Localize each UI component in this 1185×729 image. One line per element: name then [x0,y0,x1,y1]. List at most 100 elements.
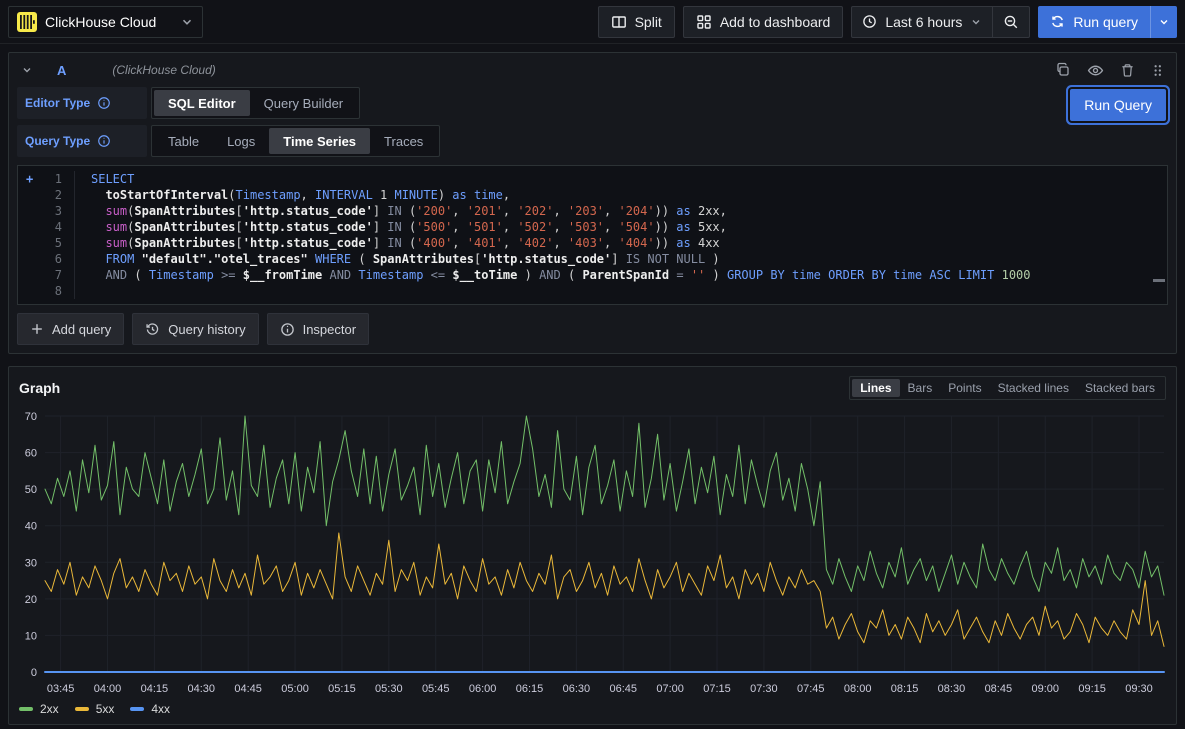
delete-query-trash-icon[interactable] [1120,63,1135,78]
svg-text:60: 60 [25,448,37,460]
graph-mode-lines[interactable]: Lines [852,379,899,397]
graph-panel: Graph Lines Bars Points Stacked lines St… [8,366,1177,725]
code-line[interactable]: +1SELECT [18,171,1167,187]
query-type-option-timeseries[interactable]: Time Series [269,128,370,154]
info-circle-icon [280,322,295,337]
datasource-picker[interactable]: ClickHouse Cloud [8,6,203,38]
svg-text:10: 10 [25,630,37,642]
query-type-row: Query Type Table Logs Time Series Traces [17,125,1168,157]
legend-item-2xx[interactable]: 2xx [19,702,59,716]
svg-text:05:15: 05:15 [328,683,356,695]
hide-query-eye-icon[interactable] [1087,62,1104,79]
zoom-out-icon [1003,14,1019,30]
svg-text:05:30: 05:30 [375,683,403,695]
query-type-label: Query Type [17,125,147,157]
svg-text:05:00: 05:00 [281,683,309,695]
clock-icon [862,14,877,29]
svg-text:04:15: 04:15 [141,683,169,695]
add-to-dashboard-label: Add to dashboard [720,14,831,30]
add-to-dashboard-button[interactable]: Add to dashboard [683,6,844,38]
svg-text:04:45: 04:45 [234,683,262,695]
graph-mode-points[interactable]: Points [940,379,989,397]
editor-type-label: Editor Type [17,87,147,119]
split-label: Split [635,14,662,30]
clickhouse-logo-icon [17,12,37,32]
graph-mode-stacked-bars[interactable]: Stacked bars [1077,379,1163,397]
legend-swatch-4xx [130,707,144,711]
svg-text:09:30: 09:30 [1125,683,1153,695]
svg-text:03:45: 03:45 [47,683,75,695]
split-icon [611,14,627,30]
graph-mode-bars[interactable]: Bars [900,379,941,397]
zoom-out-button[interactable] [993,7,1029,37]
svg-text:70: 70 [25,411,37,423]
svg-text:06:30: 06:30 [563,683,591,695]
query-type-toggle: Table Logs Time Series Traces [151,125,440,157]
time-range-button[interactable]: Last 6 hours [852,7,992,37]
legend-item-5xx[interactable]: 5xx [75,702,115,716]
duplicate-query-icon[interactable] [1055,62,1071,78]
time-range-label: Last 6 hours [885,14,962,30]
run-query-caret[interactable] [1150,6,1177,38]
code-line[interactable]: 4 sum(SpanAttributes['http.status_code']… [18,219,1167,235]
chevron-down-icon [180,15,194,29]
svg-text:30: 30 [25,557,37,569]
query-footer-buttons: Add query Query history Inspector [17,313,1168,345]
chart-legend: 2xx 5xx 4xx [9,700,1176,724]
graph-title: Graph [19,380,60,396]
info-icon[interactable] [97,134,111,148]
editor-type-option-builder[interactable]: Query Builder [250,90,357,116]
query-type-option-table[interactable]: Table [154,128,213,154]
query-ref-id: A [57,63,66,78]
code-line[interactable]: 6 FROM "default"."otel_traces" WHERE ( S… [18,251,1167,267]
split-button[interactable]: Split [598,6,675,38]
code-line[interactable]: 8 [18,283,1167,299]
sql-code-editor[interactable]: +1SELECT2 toStartOfInterval(Timestamp, I… [17,165,1168,305]
plus-icon [30,322,44,336]
query-type-option-traces[interactable]: Traces [370,128,437,154]
datasource-label: ClickHouse Cloud [45,14,172,30]
panel-run-query-button[interactable]: Run Query [1070,89,1166,121]
inspector-button[interactable]: Inspector [267,313,369,345]
svg-text:50: 50 [25,484,37,496]
chevron-down-icon [970,16,982,28]
editor-type-option-sql[interactable]: SQL Editor [154,90,250,116]
code-line[interactable]: 3 sum(SpanAttributes['http.status_code']… [18,203,1167,219]
query-editor-body: Editor Type SQL Editor Query Builder Run… [9,87,1176,353]
editor-type-row: Editor Type SQL Editor Query Builder [17,87,1168,119]
code-line[interactable]: 7 AND ( Timestamp >= $__fromTime AND Tim… [18,267,1167,283]
svg-text:07:00: 07:00 [656,683,684,695]
legend-swatch-5xx [75,707,89,711]
dashboard-grid-icon [696,14,712,30]
info-icon[interactable] [97,96,111,110]
legend-swatch-2xx [19,707,33,711]
svg-text:07:45: 07:45 [797,683,825,695]
time-picker-group: Last 6 hours [851,6,1030,38]
add-query-button[interactable]: Add query [17,313,124,345]
query-history-button[interactable]: Query history [132,313,258,345]
graph-mode-toggle: Lines Bars Points Stacked lines Stacked … [849,376,1166,400]
graph-mode-stacked-lines[interactable]: Stacked lines [990,379,1077,397]
query-type-option-logs[interactable]: Logs [213,128,269,154]
svg-text:09:15: 09:15 [1078,683,1106,695]
code-line[interactable]: 2 toStartOfInterval(Timestamp, INTERVAL … [18,187,1167,203]
svg-text:05:45: 05:45 [422,683,450,695]
drag-handle-icon[interactable] [1151,63,1164,78]
svg-text:08:00: 08:00 [844,683,872,695]
run-query-button[interactable]: Run query [1038,6,1150,38]
refresh-icon [1050,14,1065,29]
svg-text:06:00: 06:00 [469,683,497,695]
query-row-actions [1055,62,1164,79]
graph-panel-header: Graph Lines Bars Points Stacked lines St… [9,367,1176,402]
query-datasource-hint: (ClickHouse Cloud) [112,63,215,77]
code-line[interactable]: 5 sum(SpanAttributes['http.status_code']… [18,235,1167,251]
editor-overview-mark [1153,279,1165,282]
legend-item-4xx[interactable]: 4xx [130,702,170,716]
svg-text:07:30: 07:30 [750,683,778,695]
history-icon [145,322,160,337]
svg-text:06:15: 06:15 [516,683,544,695]
collapse-chevron-icon[interactable] [21,64,33,76]
svg-text:07:15: 07:15 [703,683,731,695]
timeseries-chart[interactable]: 01020304050607003:4504:0004:1504:3004:45… [9,402,1176,700]
expand-query-icon[interactable]: + [18,171,40,187]
